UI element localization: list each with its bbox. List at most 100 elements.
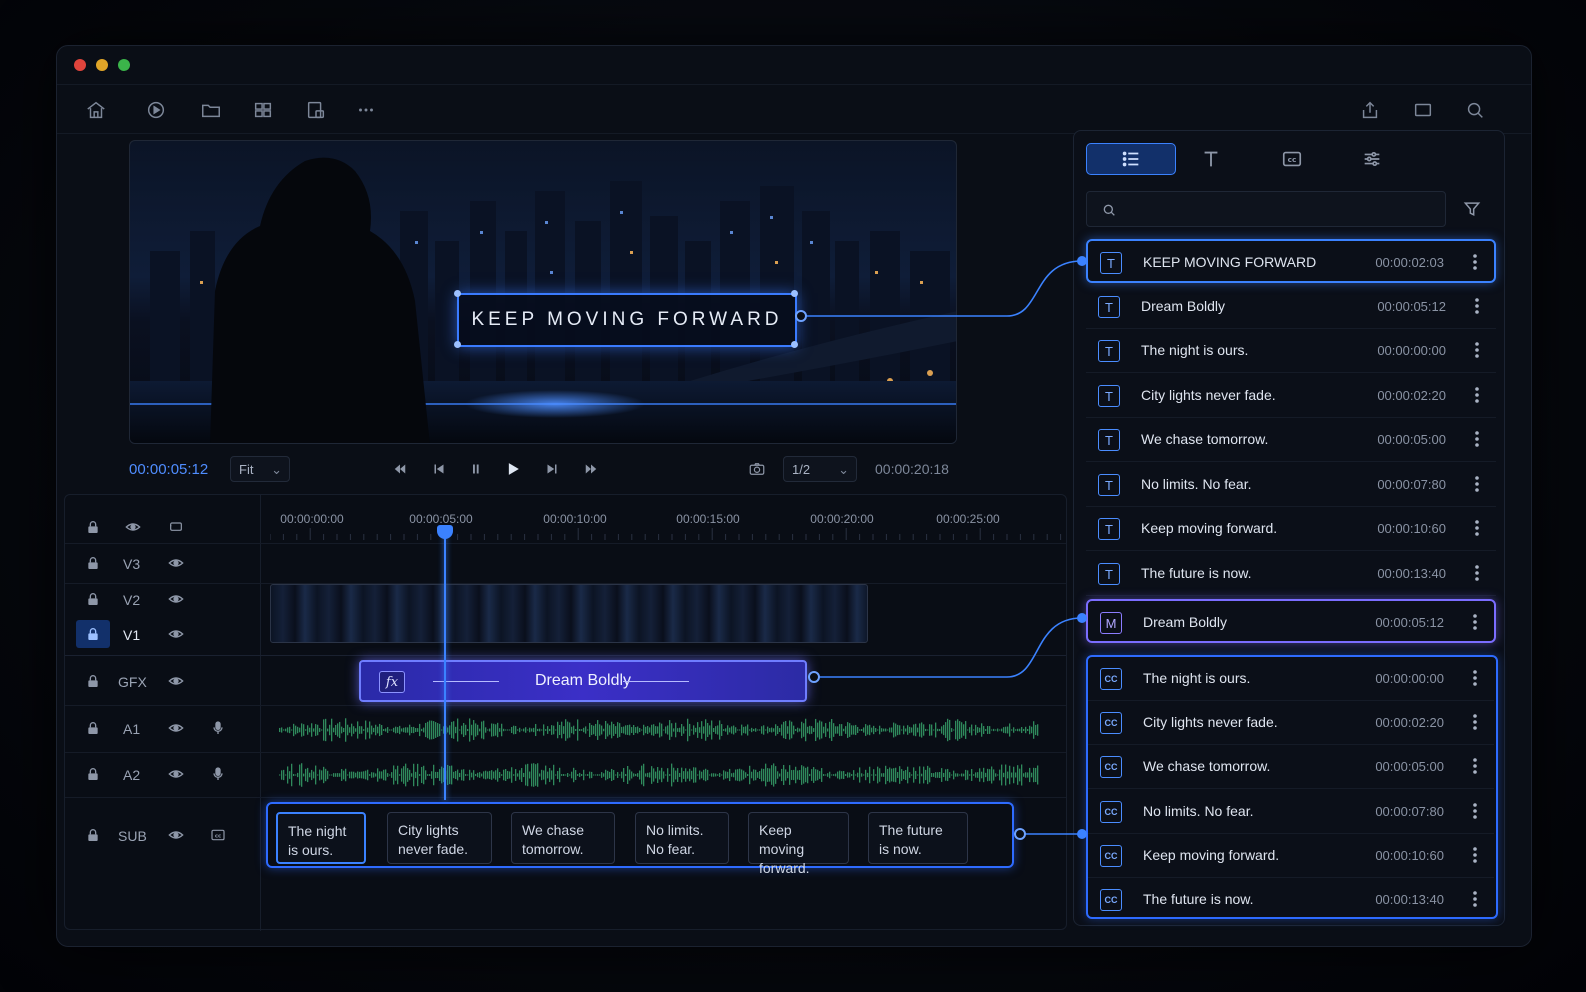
lock-icon[interactable] bbox=[85, 766, 101, 782]
more-vertical-icon[interactable] bbox=[1470, 251, 1480, 273]
more-icon[interactable] bbox=[355, 99, 377, 121]
subtitle-clip[interactable]: No limits. No fear. bbox=[635, 812, 729, 864]
title-list-item[interactable]: CC City lights never fade. 00:00:02:20 bbox=[1088, 701, 1494, 745]
camera-icon[interactable] bbox=[748, 460, 766, 478]
title-list-item[interactable]: CC Keep moving forward. 00:00:10:60 bbox=[1088, 834, 1494, 878]
more-vertical-icon[interactable] bbox=[1470, 667, 1480, 689]
more-vertical-icon[interactable] bbox=[1472, 428, 1482, 450]
title-list-item[interactable]: T No limits. No fear. 00:00:07:80 bbox=[1086, 463, 1496, 507]
eye-icon[interactable] bbox=[168, 555, 184, 571]
item-timecode: 00:00:10:60 bbox=[1375, 848, 1444, 863]
editor-window: KEEP MOVING FORWARD 00:00:05:12 Fit ⌄ 1/… bbox=[56, 45, 1532, 947]
window-icon[interactable] bbox=[1412, 99, 1434, 121]
lock-all-icon[interactable] bbox=[85, 519, 101, 535]
minimize-window-button[interactable] bbox=[96, 59, 108, 71]
more-vertical-icon[interactable] bbox=[1472, 517, 1482, 539]
tab-list[interactable] bbox=[1086, 143, 1176, 175]
title-list-item[interactable]: T The future is now. 00:00:13:40 bbox=[1086, 552, 1496, 596]
zoom-select[interactable]: Fit ⌄ bbox=[230, 456, 290, 482]
eye-icon[interactable] bbox=[168, 827, 184, 843]
lock-icon[interactable] bbox=[85, 673, 101, 689]
microphone-icon[interactable] bbox=[210, 720, 226, 736]
timeline[interactable]: 00:00:00:00 00:00:05:00 00:00:10:00 00:0… bbox=[64, 494, 1067, 931]
title-list-item[interactable]: CC The future is now. 00:00:13:40 bbox=[1088, 878, 1494, 922]
search-input[interactable] bbox=[1086, 191, 1446, 227]
lock-icon[interactable] bbox=[85, 591, 101, 607]
eye-icon[interactable] bbox=[168, 766, 184, 782]
gfx-clip[interactable]: fx Dream Boldly bbox=[359, 660, 807, 702]
microphone-icon[interactable] bbox=[210, 766, 226, 782]
cc-icon[interactable]: cc bbox=[210, 827, 226, 843]
more-vertical-icon[interactable] bbox=[1472, 339, 1482, 361]
more-vertical-icon[interactable] bbox=[1470, 711, 1480, 733]
video-clip[interactable] bbox=[270, 584, 868, 643]
more-vertical-icon[interactable] bbox=[1472, 384, 1482, 406]
more-vertical-icon[interactable] bbox=[1472, 473, 1482, 495]
resize-handle[interactable] bbox=[791, 341, 798, 348]
title-list-item[interactable]: T Keep moving forward. 00:00:10:60 bbox=[1086, 507, 1496, 551]
more-vertical-icon[interactable] bbox=[1470, 611, 1480, 633]
audio-waveform-a2[interactable] bbox=[279, 761, 1039, 789]
title-list-item[interactable]: T KEEP MOVING FORWARD 00:00:02:03 bbox=[1086, 239, 1496, 283]
more-vertical-icon[interactable] bbox=[1472, 295, 1482, 317]
step-back-icon[interactable] bbox=[430, 460, 448, 478]
play-circle-icon[interactable] bbox=[145, 99, 167, 121]
home-icon[interactable] bbox=[85, 99, 107, 121]
quality-select[interactable]: 1/2 ⌄ bbox=[783, 456, 857, 482]
lock-icon[interactable] bbox=[85, 555, 101, 571]
resize-handle[interactable] bbox=[791, 290, 798, 297]
prev-frame-icon[interactable] bbox=[467, 460, 485, 478]
export-doc-icon[interactable] bbox=[305, 99, 327, 121]
folder-icon[interactable] bbox=[200, 99, 222, 121]
item-label: The future is now. bbox=[1141, 565, 1252, 581]
subtitle-clip[interactable]: Keep moving forward. bbox=[748, 812, 849, 876]
playhead[interactable] bbox=[444, 532, 446, 800]
subtitle-track[interactable]: The night is ours. City lights never fad… bbox=[266, 802, 1014, 876]
lock-icon[interactable] bbox=[85, 720, 101, 736]
skip-start-icon[interactable] bbox=[391, 460, 409, 478]
grid-icon[interactable] bbox=[252, 99, 274, 121]
video-preview[interactable]: KEEP MOVING FORWARD bbox=[129, 140, 957, 444]
title-overlay[interactable]: KEEP MOVING FORWARD bbox=[457, 293, 797, 347]
list-icon bbox=[1122, 151, 1139, 167]
eye-icon[interactable] bbox=[168, 626, 184, 642]
more-vertical-icon[interactable] bbox=[1470, 800, 1480, 822]
tab-text[interactable] bbox=[1166, 143, 1256, 175]
subtitle-clip[interactable]: We chase tomorrow. bbox=[511, 812, 615, 864]
close-window-button[interactable] bbox=[74, 59, 86, 71]
eye-icon[interactable] bbox=[168, 673, 184, 689]
title-list-item[interactable]: CC The night is ours. 00:00:00:00 bbox=[1088, 657, 1494, 701]
step-forward-icon[interactable] bbox=[543, 460, 561, 478]
more-vertical-icon[interactable] bbox=[1470, 888, 1480, 910]
title-list-item[interactable]: CC We chase tomorrow. 00:00:05:00 bbox=[1088, 745, 1494, 789]
maximize-window-button[interactable] bbox=[118, 59, 130, 71]
title-list-item[interactable]: M Dream Boldly 00:00:05:12 bbox=[1086, 599, 1496, 643]
play-button[interactable] bbox=[503, 459, 523, 479]
subtitle-clip[interactable]: The night is ours. bbox=[276, 812, 366, 864]
resize-handle[interactable] bbox=[454, 290, 461, 297]
eye-icon[interactable] bbox=[168, 591, 184, 607]
lock-icon[interactable] bbox=[85, 827, 101, 843]
subtitle-clip[interactable]: The future is now. bbox=[868, 812, 968, 864]
lock-icon[interactable] bbox=[85, 626, 101, 642]
title-list-item[interactable]: T City lights never fade. 00:00:02:20 bbox=[1086, 374, 1496, 418]
more-vertical-icon[interactable] bbox=[1472, 562, 1482, 584]
title-list-item[interactable]: CC No limits. No fear. 00:00:07:80 bbox=[1088, 790, 1494, 834]
title-list-item[interactable]: T We chase tomorrow. 00:00:05:00 bbox=[1086, 418, 1496, 462]
more-vertical-icon[interactable] bbox=[1470, 755, 1480, 777]
skip-end-icon[interactable] bbox=[582, 460, 600, 478]
resize-handle[interactable] bbox=[454, 341, 461, 348]
subtitle-clip[interactable]: City lights never fade. bbox=[387, 812, 492, 864]
search-icon[interactable] bbox=[1464, 99, 1486, 121]
filter-icon[interactable] bbox=[1462, 199, 1482, 219]
eye-icon[interactable] bbox=[168, 720, 184, 736]
monitor-icon[interactable] bbox=[168, 519, 184, 535]
title-list-item[interactable]: T The night is ours. 00:00:00:00 bbox=[1086, 329, 1496, 373]
share-icon[interactable] bbox=[1359, 99, 1381, 121]
more-vertical-icon[interactable] bbox=[1470, 844, 1480, 866]
eye-all-icon[interactable] bbox=[125, 519, 141, 535]
tab-settings[interactable] bbox=[1327, 143, 1417, 175]
title-list-item[interactable]: T Dream Boldly 00:00:05:12 bbox=[1086, 285, 1496, 329]
audio-waveform-a1[interactable] bbox=[279, 716, 1039, 744]
tab-captions[interactable]: cc bbox=[1247, 143, 1337, 175]
